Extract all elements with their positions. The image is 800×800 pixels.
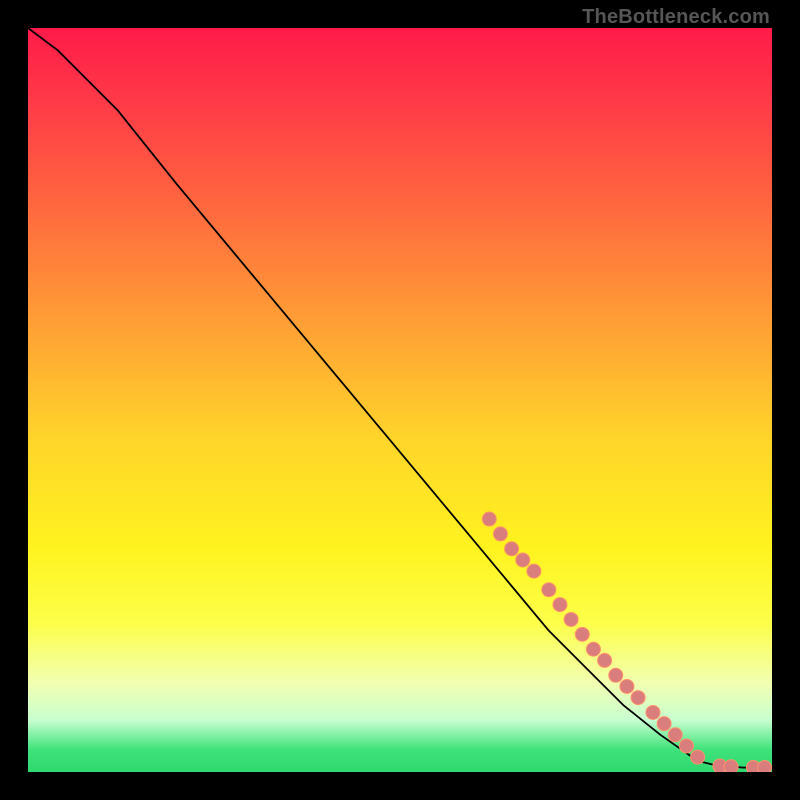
- data-marker: [575, 627, 589, 641]
- data-marker: [542, 583, 556, 597]
- data-marker: [724, 760, 738, 772]
- data-marker: [505, 542, 519, 556]
- chart-frame: TheBottleneck.com: [0, 0, 800, 800]
- data-marker: [493, 527, 507, 541]
- data-marker: [646, 705, 660, 719]
- data-marker: [679, 739, 693, 753]
- data-marker: [691, 750, 705, 764]
- data-marker: [482, 512, 496, 526]
- data-marker: [620, 679, 634, 693]
- data-marker: [668, 728, 682, 742]
- data-marker: [516, 553, 530, 567]
- data-marker: [553, 598, 567, 612]
- data-marker: [609, 668, 623, 682]
- data-markers: [482, 512, 771, 772]
- attribution-text: TheBottleneck.com: [582, 6, 770, 29]
- main-curve: [28, 28, 772, 768]
- plot-area: [28, 28, 772, 772]
- data-marker: [631, 691, 645, 705]
- data-marker: [598, 653, 612, 667]
- data-marker: [758, 761, 772, 772]
- data-marker: [564, 612, 578, 626]
- data-marker: [657, 717, 671, 731]
- data-marker: [586, 642, 600, 656]
- data-marker: [527, 564, 541, 578]
- chart-overlay: [28, 28, 772, 772]
